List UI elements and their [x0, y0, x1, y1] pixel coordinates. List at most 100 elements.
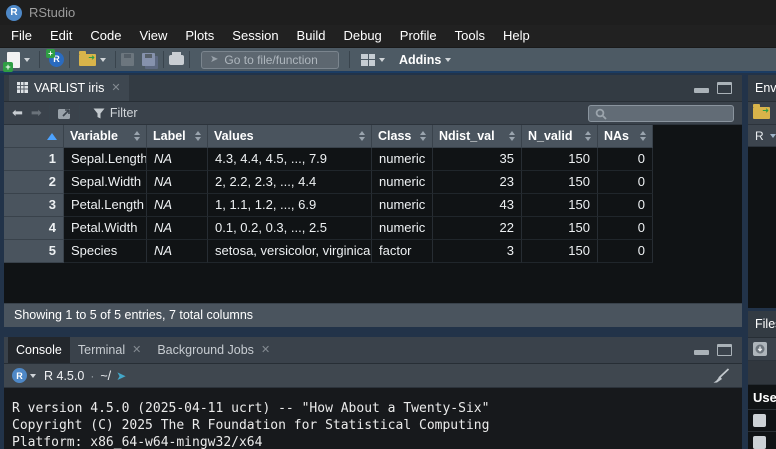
menu-item-code[interactable]: Code [81, 25, 130, 47]
file-row[interactable] [748, 431, 776, 449]
toolbar-separator [115, 51, 116, 68]
menu-item-build[interactable]: Build [288, 25, 335, 47]
column-header-nas[interactable]: NAs [598, 125, 653, 148]
sort-toggle-icon[interactable] [195, 131, 201, 141]
menu-item-session[interactable]: Session [223, 25, 287, 47]
column-header-n_valid[interactable]: N_valid [522, 125, 598, 148]
cell-values: 2, 2.2, 2.3, ..., 4.4 [208, 171, 372, 194]
files-tabbar: Files [748, 311, 776, 338]
console-line: R version 4.5.0 (2025-04-11 ucrt) -- "Ho… [12, 400, 742, 417]
file-checkbox[interactable] [753, 436, 766, 449]
console-line: Platform: x86_64-w64-mingw32/x64 [12, 434, 742, 449]
column-header-variable[interactable]: Variable [64, 125, 147, 148]
clear-console-broom-icon[interactable] [712, 368, 730, 384]
tab-label: Background Jobs [157, 343, 254, 357]
pane-layout-icon[interactable] [361, 54, 375, 66]
tab-close-icon[interactable]: ✕ [132, 343, 141, 356]
load-workspace-folder-icon[interactable] [753, 107, 770, 119]
files-pane: Files Users [748, 311, 776, 449]
tab-files[interactable]: Files [748, 311, 776, 337]
tab-environment[interactable]: Environment [748, 75, 776, 101]
sort-toggle-icon[interactable] [134, 131, 140, 141]
tab-label: Console [16, 343, 62, 357]
cell-class: numeric [372, 194, 433, 217]
cell-nas: 0 [598, 217, 653, 240]
file-row[interactable] [748, 409, 776, 431]
menu-item-tools[interactable]: Tools [446, 25, 494, 47]
sort-toggle-icon[interactable] [420, 131, 426, 141]
column-header-rownum[interactable] [4, 125, 64, 148]
files-new-folder-icon[interactable] [752, 341, 768, 357]
save-icon[interactable] [121, 53, 134, 66]
menu-item-plots[interactable]: Plots [176, 25, 223, 47]
tab-close-icon[interactable]: ✕ [261, 343, 270, 356]
goto-file-input[interactable]: ➤ Go to file/function [201, 51, 339, 69]
open-file-dropdown-caret-icon[interactable] [100, 58, 106, 62]
column-header-values[interactable]: Values [208, 125, 372, 148]
cell-label: NA [147, 194, 208, 217]
sort-toggle-icon[interactable] [585, 131, 591, 141]
toolbar-separator [69, 51, 70, 68]
sorted-ascending-icon [47, 133, 57, 140]
sort-toggle-icon[interactable] [509, 131, 515, 141]
table-row[interactable]: 2Sepal.WidthNA2, 2.2, 2.3, ..., 4.4numer… [4, 171, 742, 194]
cell-label: NA [147, 171, 208, 194]
column-header-ndist_val[interactable]: Ndist_val [433, 125, 522, 148]
environment-r-selector[interactable]: R [748, 125, 776, 147]
menu-item-help[interactable]: Help [494, 25, 539, 47]
maximize-pane-icon[interactable] [717, 344, 732, 356]
table-search-input[interactable] [588, 105, 734, 122]
new-file-dropdown-caret-icon[interactable] [24, 58, 30, 62]
r-version-caret-icon[interactable] [30, 374, 36, 378]
column-header-label[interactable]: Label [147, 125, 208, 148]
nav-back-icon[interactable]: ⬅ [12, 105, 23, 121]
table-status-bar: Showing 1 to 5 of 5 entries, 7 total col… [4, 303, 742, 327]
files-tab-label: Files [755, 317, 776, 331]
column-header-class[interactable]: Class [372, 125, 433, 148]
filter-button[interactable]: Filter [110, 106, 138, 120]
cell-ndist_val: 23 [433, 171, 522, 194]
table-row[interactable]: 4Petal.WidthNA0.1, 0.2, 0.3, ..., 2.5num… [4, 217, 742, 240]
window-title: RStudio [29, 5, 75, 20]
open-file-icon[interactable] [79, 54, 96, 66]
menu-item-edit[interactable]: Edit [41, 25, 81, 47]
table-row[interactable]: 5SpeciesNAsetosa, versicolor, virginicaf… [4, 240, 742, 263]
tab-console[interactable]: Console [8, 337, 70, 363]
tab-varlist-iris[interactable]: VARLIST iris ✕ [9, 75, 129, 101]
show-in-new-window-icon[interactable] [57, 107, 72, 120]
tab-close-icon[interactable]: ✕ [111, 81, 120, 94]
menu-item-debug[interactable]: Debug [334, 25, 390, 47]
minimize-pane-icon[interactable] [694, 82, 709, 93]
new-project-icon[interactable]: R [49, 52, 64, 67]
table-row[interactable]: 1Sepal.LengthNA4.3, 4.4, 4.5, ..., 7.9nu… [4, 148, 742, 171]
cell-variable: Sepal.Length [64, 148, 147, 171]
files-toolbar [748, 338, 776, 361]
new-file-icon[interactable] [7, 52, 20, 68]
nav-forward-icon[interactable]: ➡ [31, 105, 42, 121]
sort-toggle-icon[interactable] [640, 131, 646, 141]
menu-item-file[interactable]: File [2, 25, 41, 47]
print-icon[interactable] [169, 55, 184, 65]
save-all-icon[interactable] [142, 53, 155, 66]
sort-toggle-icon[interactable] [359, 131, 365, 141]
tab-background-jobs[interactable]: Background Jobs ✕ [149, 337, 278, 363]
goto-arrow-icon: ➤ [210, 54, 218, 65]
cell-variable: Sepal.Width [64, 171, 147, 194]
column-header-label: Ndist_val [439, 125, 495, 147]
table-row[interactable]: 3Petal.LengthNA1, 1.1, 1.2, ..., 6.9nume… [4, 194, 742, 217]
files-breadcrumb[interactable]: Users [748, 385, 776, 409]
r-version-icon[interactable]: R [12, 368, 27, 383]
addins-button[interactable]: Addins [399, 53, 441, 67]
cell-nas: 0 [598, 148, 653, 171]
pane-layout-caret-icon[interactable] [379, 58, 385, 62]
tab-terminal[interactable]: Terminal✕ [70, 337, 149, 363]
maximize-pane-icon[interactable] [717, 82, 732, 94]
minimize-pane-icon[interactable] [694, 344, 709, 355]
menu-item-view[interactable]: View [130, 25, 176, 47]
table-grid-icon [17, 82, 28, 93]
goto-directory-arrow-icon[interactable]: ➤ [116, 369, 126, 383]
menu-item-profile[interactable]: Profile [391, 25, 446, 47]
addins-caret-icon[interactable] [445, 58, 451, 62]
file-checkbox[interactable] [753, 414, 766, 427]
console-output[interactable]: R version 4.5.0 (2025-04-11 ucrt) -- "Ho… [4, 388, 742, 449]
